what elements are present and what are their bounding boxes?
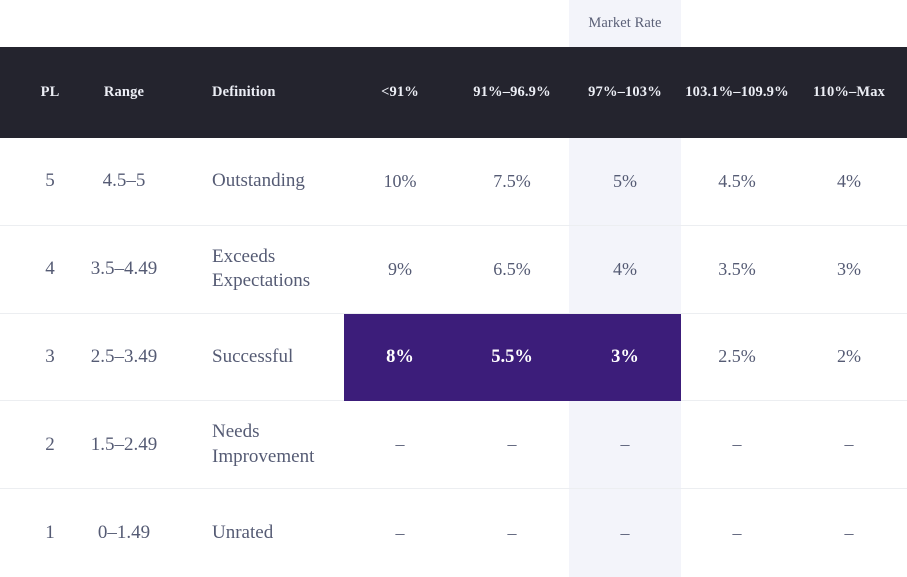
cell-r1031_1099: 3.5%: [681, 226, 793, 313]
cell-range: 3.5–4.49: [90, 226, 158, 313]
cell-r91_969: 7.5%: [456, 138, 568, 225]
column-header-r1031_1099[interactable]: 103.1%–109.9%: [681, 47, 793, 138]
cell-range: 4.5–5: [90, 138, 158, 225]
cell-pl: 3: [10, 314, 90, 401]
cell-definition: Outstanding: [212, 138, 344, 225]
cell-r97_103: –: [569, 401, 681, 488]
merit-matrix-table: Market Rate PLRange Definition<91%91%–96.…: [0, 0, 907, 577]
column-header-pl[interactable]: PL: [10, 47, 90, 138]
cell-lt91: –: [344, 489, 456, 577]
column-header-lt91[interactable]: <91%: [344, 47, 456, 138]
cell-r97_103: 5%: [569, 138, 681, 225]
table-spanner-row: Market Rate: [0, 0, 907, 47]
table-row[interactable]: 54.5–5 Outstanding10%7.5%5%4.5%4%: [0, 138, 907, 226]
cell-r1031_1099: –: [681, 489, 793, 577]
cell-r110_max: 2%: [793, 314, 905, 401]
table-row[interactable]: 32.5–3.49 Successful8%5.5%3%2.5%2% 8%5.5%3…: [0, 314, 907, 402]
cell-pl: 5: [10, 138, 90, 225]
cell-r91_969: –: [456, 401, 568, 488]
cell-r1031_1099: –: [681, 401, 793, 488]
cell-lt91: –: [344, 401, 456, 488]
column-header-r91_969[interactable]: 91%–96.9%: [456, 47, 568, 138]
cell-definition: Exceeds Expectations: [212, 226, 344, 313]
cell-range: 1.5–2.49: [90, 401, 158, 488]
cell-lt91: 10%: [344, 138, 456, 225]
cell-r110_max: 4%: [793, 138, 905, 225]
table-header-row: PLRange Definition<91%91%–96.9%97%–103%10…: [0, 47, 907, 138]
market-rate-spanner-label: Market Rate: [569, 0, 681, 47]
cell-r1031_1099: 4.5%: [681, 138, 793, 225]
cell-r1031_1099: 2.5%: [681, 314, 793, 401]
table-row[interactable]: 43.5–4.49 Exceeds Expectations9%6.5%4%3.5…: [0, 226, 907, 314]
highlight-cell-lt91: 8%: [344, 314, 456, 401]
cell-lt91: 9%: [344, 226, 456, 313]
cell-r110_max: –: [793, 401, 905, 488]
cell-r110_max: 3%: [793, 226, 905, 313]
table-row[interactable]: 21.5–2.49Needs Improvement–––––: [0, 401, 907, 489]
cell-range: 0–1.49: [90, 489, 158, 577]
cell-pl: 1: [10, 489, 90, 577]
column-header-r110_max[interactable]: 110%–Max: [793, 47, 905, 138]
highlight-cell-r91_969: 5.5%: [456, 314, 568, 401]
table-body: 54.5–5Outstanding10%7.5%5%4.5%4%43.5–4.4…: [0, 138, 907, 577]
column-header-definition[interactable]: Definition: [212, 47, 344, 138]
cell-range: 2.5–3.49: [90, 314, 158, 401]
recommended-increase-highlight[interactable]: 8%5.5%3%: [344, 314, 681, 401]
cell-pl: 4: [10, 226, 90, 313]
cell-definition: Needs Improvement: [212, 401, 344, 488]
cell-definition: Unrated: [212, 489, 344, 577]
cell-definition: Successful: [212, 314, 344, 401]
cell-pl: 2: [10, 401, 90, 488]
cell-r91_969: –: [456, 489, 568, 577]
column-header-r97_103[interactable]: 97%–103%: [569, 47, 681, 138]
cell-r97_103: –: [569, 489, 681, 577]
table-row[interactable]: 10–1.49Unrated–––––: [0, 489, 907, 577]
cell-r91_969: 6.5%: [456, 226, 568, 313]
column-header-range[interactable]: Range: [90, 47, 158, 138]
cell-r110_max: –: [793, 489, 905, 577]
cell-r97_103: 4%: [569, 226, 681, 313]
highlight-cell-r97_103: 3%: [569, 314, 681, 401]
